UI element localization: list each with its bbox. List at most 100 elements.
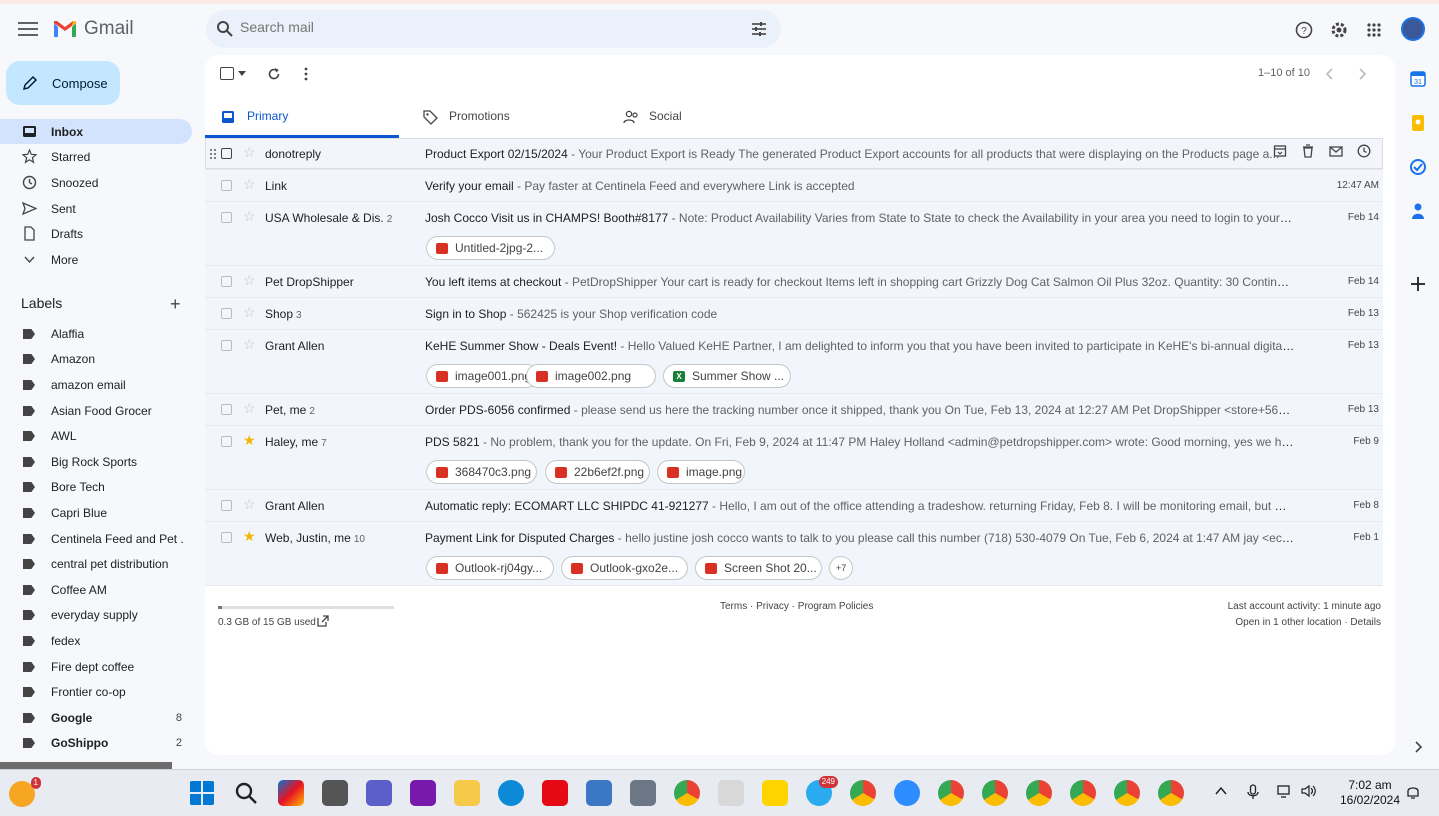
- network-icon[interactable]: [1277, 784, 1293, 798]
- open-external-icon[interactable]: [317, 615, 329, 627]
- label-item[interactable]: fedex: [0, 629, 192, 653]
- volume-icon[interactable]: [1301, 784, 1317, 798]
- mark-read-icon[interactable]: [1329, 144, 1343, 158]
- star-icon[interactable]: ☆: [243, 305, 256, 319]
- microphone-icon[interactable]: [1247, 784, 1259, 800]
- email-row[interactable]: ☆ Grant Allen Automatic reply: ECOMART LLC…: [205, 490, 1383, 522]
- label-item[interactable]: Bore Tech: [0, 475, 192, 499]
- attachment-chip[interactable]: X Summer Show ...: [663, 364, 791, 388]
- drag-handle-icon[interactable]: [209, 148, 217, 159]
- attachment-chip[interactable]: Outlook-rj04gy...: [426, 556, 554, 580]
- chrome-profile-icon[interactable]: [1158, 780, 1184, 806]
- attachment-chip[interactable]: image002.png: [526, 364, 656, 388]
- main-menu-icon[interactable]: [16, 18, 40, 42]
- search-icon[interactable]: [216, 20, 234, 38]
- label-item[interactable]: everyday supply: [0, 603, 192, 627]
- email-row[interactable]: ☆ Grant Allen KeHE Summer Show - Deals Eve…: [205, 330, 1383, 394]
- help-icon[interactable]: ?: [1295, 18, 1313, 42]
- task-view-icon[interactable]: [322, 780, 348, 806]
- add-addon-icon[interactable]: [1403, 272, 1433, 296]
- telegram-icon[interactable]: 249: [806, 776, 838, 806]
- label-item[interactable]: Fire dept coffee: [0, 655, 192, 679]
- star-icon[interactable]: ☆: [243, 401, 256, 415]
- settings-gear-icon[interactable]: [1330, 18, 1348, 42]
- contacts-icon[interactable]: [1403, 200, 1433, 224]
- more-vert-icon[interactable]: [303, 67, 309, 81]
- label-item[interactable]: Alaffia: [0, 322, 192, 346]
- delete-icon[interactable]: [1301, 144, 1315, 158]
- star-icon[interactable]: ☆: [243, 209, 256, 223]
- teams-icon[interactable]: [366, 780, 392, 806]
- netflix-icon[interactable]: [542, 780, 568, 806]
- chrome-icon[interactable]: [674, 780, 700, 806]
- label-item[interactable]: Coffee AM: [0, 578, 192, 602]
- row-checkbox[interactable]: [221, 148, 232, 159]
- calculator-icon[interactable]: [630, 780, 656, 806]
- nav-starred[interactable]: Starred: [0, 144, 192, 169]
- star-icon[interactable]: ★: [243, 433, 256, 447]
- compose-button[interactable]: Compose: [6, 61, 120, 105]
- label-item[interactable]: AWL: [0, 424, 192, 448]
- tab-primary[interactable]: Primary: [205, 101, 399, 138]
- nav-more[interactable]: More: [0, 247, 192, 272]
- prev-page-icon[interactable]: [1325, 68, 1335, 80]
- star-icon[interactable]: ☆: [243, 177, 256, 191]
- attachment-chip[interactable]: Outlook-gxo2e...: [561, 556, 688, 580]
- footer-policies-link[interactable]: Terms · Privacy · Program Policies: [720, 601, 873, 612]
- notepad-icon[interactable]: [586, 780, 612, 806]
- email-row[interactable]: ☆ Shop 3 Sign in to Shop - 562425 is your S…: [205, 298, 1383, 330]
- search-bar[interactable]: [206, 10, 781, 48]
- tab-promotions[interactable]: Promotions: [407, 101, 601, 138]
- account-details-link[interactable]: Open in 1 other location · Details: [1235, 617, 1381, 628]
- label-item[interactable]: Centinela Feed and Pet ...: [0, 527, 192, 551]
- refresh-icon[interactable]: [267, 67, 281, 81]
- chrome-profile-icon[interactable]: [1114, 780, 1140, 806]
- attachment-chip[interactable]: image001.png: [426, 364, 539, 388]
- system-clock[interactable]: 7:02 am 16/02/2024: [1330, 778, 1410, 808]
- row-checkbox[interactable]: [221, 212, 232, 223]
- next-page-icon[interactable]: [1357, 68, 1367, 80]
- email-row[interactable]: ☆ Link Verify your email - Pay faster at C…: [205, 170, 1383, 202]
- chrome-profile-icon[interactable]: [1026, 780, 1052, 806]
- windows-start-icon[interactable]: [189, 780, 215, 806]
- snipping-tool-icon[interactable]: [718, 780, 744, 806]
- nav-drafts[interactable]: Drafts: [0, 221, 192, 246]
- email-row[interactable]: ☆ USA Wholesale & Dis. 2 Josh Cocco Visit u…: [205, 202, 1383, 266]
- row-checkbox[interactable]: [221, 180, 232, 191]
- star-icon[interactable]: ☆: [243, 497, 256, 511]
- chrome-profile-icon[interactable]: [938, 780, 964, 806]
- edge-icon[interactable]: [498, 780, 524, 806]
- email-row[interactable]: ☆ donotreply Product Export 02/15/2024 - Y…: [205, 138, 1383, 170]
- nav-snoozed[interactable]: Snoozed: [0, 170, 192, 195]
- select-all-checkbox[interactable]: [220, 67, 234, 80]
- notification-bell-icon[interactable]: [1405, 784, 1421, 800]
- email-row[interactable]: ☆ Pet DropShipper You left items at checko…: [205, 266, 1383, 298]
- chevron-right-icon[interactable]: [1403, 735, 1433, 759]
- label-item[interactable]: Capri Blue: [0, 501, 192, 525]
- row-checkbox[interactable]: [221, 436, 232, 447]
- file-explorer-icon[interactable]: [454, 780, 480, 806]
- apps-grid-icon[interactable]: [1366, 18, 1382, 42]
- attachment-chip[interactable]: image.png: [657, 460, 745, 484]
- email-row[interactable]: ☆ Pet, me 2 Order PDS-6056 confirmed - plea…: [205, 394, 1383, 426]
- more-attachments-chip[interactable]: +7: [829, 556, 853, 580]
- label-item[interactable]: amazon email: [0, 373, 192, 397]
- search-options-icon[interactable]: [751, 21, 767, 37]
- tray-chevron-up-icon[interactable]: [1214, 784, 1228, 798]
- star-icon[interactable]: ★: [243, 529, 256, 543]
- label-item[interactable]: Frontier co-op: [0, 680, 192, 704]
- star-icon[interactable]: ☆: [243, 337, 256, 351]
- label-item[interactable]: Google 8: [0, 706, 192, 730]
- copilot-icon[interactable]: [278, 780, 304, 806]
- attachment-chip[interactable]: 22b6ef2f.png: [545, 460, 650, 484]
- star-icon[interactable]: ☆: [243, 273, 256, 287]
- keep-icon[interactable]: [1403, 112, 1433, 136]
- add-label-button[interactable]: +: [170, 294, 181, 315]
- row-checkbox[interactable]: [221, 340, 232, 351]
- onenote-icon[interactable]: [410, 780, 436, 806]
- chrome-profile-icon[interactable]: [982, 780, 1008, 806]
- snooze-clock-icon[interactable]: [1357, 144, 1371, 158]
- zoom-icon[interactable]: [894, 780, 920, 806]
- row-checkbox[interactable]: [221, 404, 232, 415]
- star-icon[interactable]: ☆: [243, 145, 256, 159]
